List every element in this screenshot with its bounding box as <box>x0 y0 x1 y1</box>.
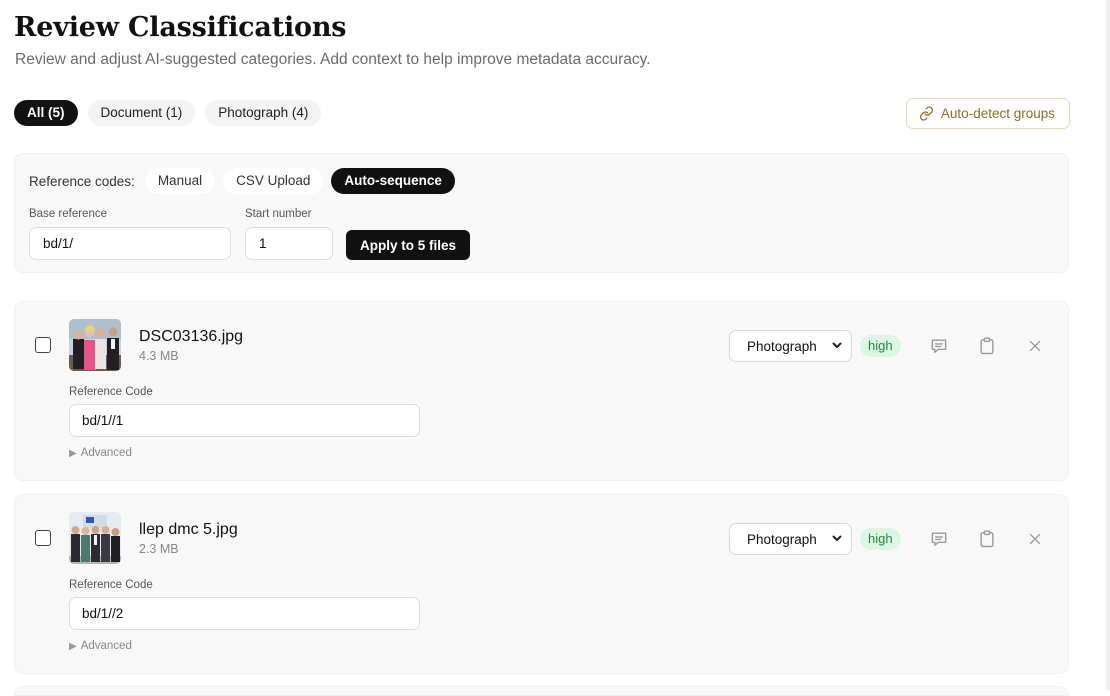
start-number-input[interactable] <box>245 227 333 260</box>
confidence-badge: high <box>860 335 901 357</box>
file-thumbnail <box>69 512 121 564</box>
advanced-toggle[interactable]: ▶ Advanced <box>69 447 132 459</box>
advanced-label: Advanced <box>80 447 132 459</box>
comment-icon[interactable] <box>928 335 950 357</box>
auto-detect-groups-button[interactable]: Auto-detect groups <box>905 98 1070 129</box>
file-card: DSC03136.jpg 4.3 MB Photograph high Refe… <box>14 301 1069 481</box>
reference-code-input[interactable] <box>69 404 420 437</box>
reference-mode-row: Reference codes: Manual CSV Upload Auto-… <box>29 168 455 194</box>
comment-icon[interactable] <box>928 528 950 550</box>
file-select-checkbox[interactable] <box>35 337 51 353</box>
reference-mode-manual[interactable]: Manual <box>144 168 216 194</box>
clipboard-icon[interactable] <box>976 528 998 550</box>
reference-code-label: Reference Code <box>69 579 153 591</box>
reference-code-label: Reference Code <box>69 386 153 398</box>
reference-codes-panel: Reference codes: Manual CSV Upload Auto-… <box>14 153 1069 273</box>
link-icon <box>919 106 934 121</box>
start-number-label: Start number <box>245 208 312 220</box>
reference-mode-auto-sequence[interactable]: Auto-sequence <box>331 168 455 194</box>
reference-code-input[interactable] <box>69 597 420 630</box>
classification-type-select[interactable]: Photograph <box>729 330 852 362</box>
classification-type-select[interactable]: Photograph <box>729 523 852 555</box>
file-name: llep dmc 5.jpg <box>139 521 238 538</box>
apply-to-files-button[interactable]: Apply to 5 files <box>346 230 471 260</box>
classification-type-value: Photograph <box>747 338 817 354</box>
file-size: 2.3 MB <box>139 542 179 556</box>
chevron-down-icon <box>831 339 843 354</box>
reference-codes-label: Reference codes: <box>29 173 135 189</box>
page-title: Review Classifications <box>14 12 347 43</box>
triangle-right-icon: ▶ <box>69 447 77 459</box>
filter-photograph[interactable]: Photograph (4) <box>205 100 322 126</box>
base-reference-input[interactable] <box>29 227 231 260</box>
filter-tabs: All (5) Document (1) Photograph (4) <box>14 100 322 126</box>
file-card-partial <box>14 686 1069 696</box>
file-card: llep dmc 5.jpg 2.3 MB Photograph high Re… <box>14 494 1069 674</box>
chevron-down-icon <box>831 532 843 547</box>
file-thumbnail <box>69 319 121 371</box>
auto-detect-label: Auto-detect groups <box>940 106 1055 121</box>
page-subtitle: Review and adjust AI-suggested categorie… <box>15 51 651 68</box>
filter-document[interactable]: Document (1) <box>87 100 196 126</box>
close-icon[interactable] <box>1024 335 1046 357</box>
file-name: DSC03136.jpg <box>139 328 244 345</box>
confidence-badge: high <box>860 528 901 550</box>
base-reference-label: Base reference <box>29 208 107 220</box>
advanced-toggle[interactable]: ▶ Advanced <box>69 640 132 652</box>
reference-mode-csv-upload[interactable]: CSV Upload <box>223 168 324 194</box>
clipboard-icon[interactable] <box>976 335 998 357</box>
filter-all[interactable]: All (5) <box>14 100 78 126</box>
classification-type-value: Photograph <box>747 531 817 547</box>
close-icon[interactable] <box>1024 528 1046 550</box>
page-scrollbar[interactable] <box>1106 0 1110 690</box>
advanced-label: Advanced <box>80 640 132 652</box>
file-select-checkbox[interactable] <box>35 530 51 546</box>
triangle-right-icon: ▶ <box>69 640 77 652</box>
file-size: 4.3 MB <box>139 349 179 363</box>
